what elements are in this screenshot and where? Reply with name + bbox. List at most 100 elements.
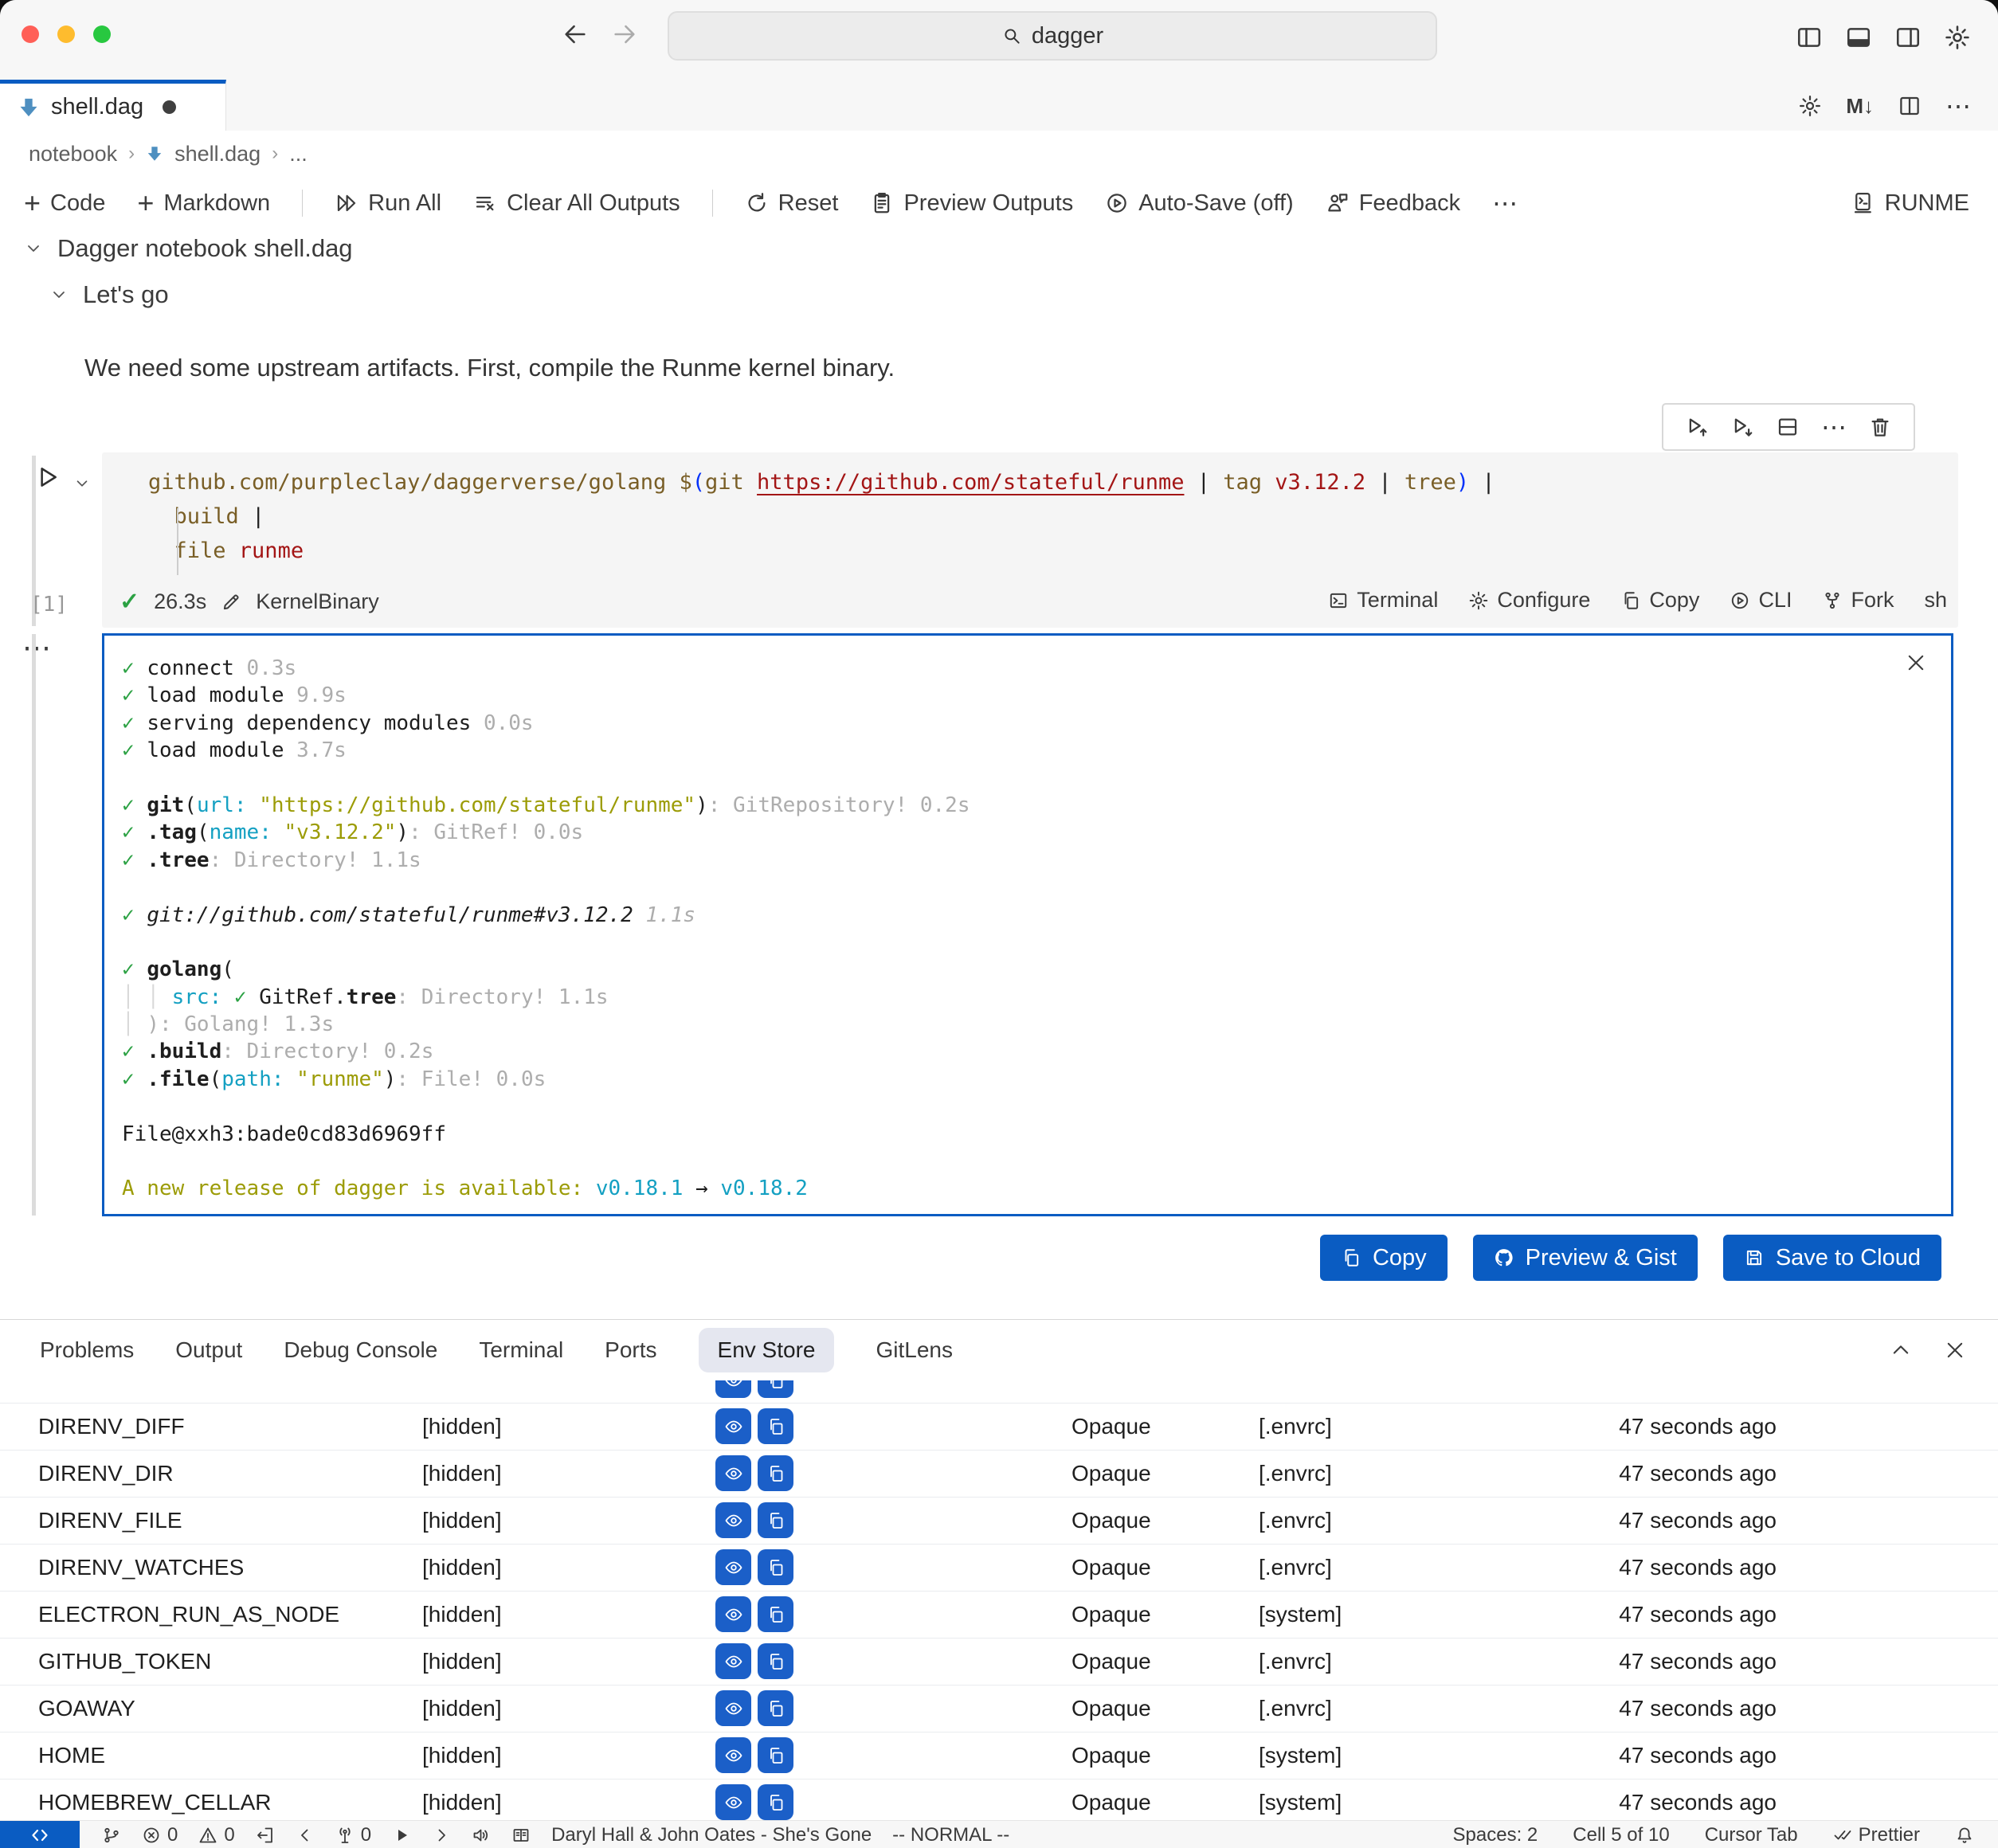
copy-value-button[interactable] <box>758 1455 793 1491</box>
source-control-graph-icon[interactable] <box>102 1826 121 1845</box>
feedback-button[interactable]: Feedback <box>1326 190 1460 217</box>
configure-button[interactable]: Configure <box>1468 588 1590 613</box>
notebook-title-row[interactable]: Dagger notebook shell.dag <box>24 234 353 263</box>
preview-gist-button[interactable]: Preview & Gist <box>1473 1235 1698 1281</box>
toggle-panel-icon[interactable] <box>1845 24 1872 51</box>
split-cell-icon[interactable] <box>1776 415 1800 439</box>
copy-value-button[interactable] <box>758 1643 793 1679</box>
panel-tab-terminal[interactable]: Terminal <box>479 1328 563 1372</box>
reveal-value-button[interactable] <box>715 1690 751 1726</box>
toolbar-more-icon[interactable]: ⋯ <box>1492 188 1518 218</box>
run-all-button[interactable]: Run All <box>335 190 441 217</box>
cell-position-indicator[interactable]: Cell 5 of 10 <box>1573 1824 1669 1846</box>
panel-tab-debug-console[interactable]: Debug Console <box>284 1328 437 1372</box>
cell-language[interactable]: sh <box>1924 588 1947 613</box>
copy-value-button[interactable] <box>758 1784 793 1820</box>
code-line[interactable]: build | <box>148 499 1495 534</box>
save-to-cloud-button[interactable]: Save to Cloud <box>1723 1235 1941 1281</box>
reveal-value-button[interactable] <box>715 1455 751 1491</box>
search-input[interactable]: dagger <box>668 11 1437 61</box>
copy-value-button[interactable] <box>758 1549 793 1585</box>
run-cell-button[interactable] <box>33 464 61 491</box>
chevron-down-icon[interactable] <box>24 239 43 258</box>
panel-tab-env-store[interactable]: Env Store <box>699 1328 835 1372</box>
copy-value-button[interactable] <box>758 1502 793 1538</box>
history-forward-button[interactable] <box>611 21 638 48</box>
cell-code-editor[interactable]: github.com/purpleclay/daggerverse/golang… <box>148 465 1495 568</box>
cursor-tab-indicator[interactable]: Cursor Tab <box>1705 1824 1798 1846</box>
panel-tab-problems[interactable]: Problems <box>40 1328 134 1372</box>
vim-mode-indicator[interactable]: -- NORMAL -- <box>892 1824 1009 1846</box>
terminal-button[interactable]: Terminal <box>1328 588 1438 613</box>
tab-shell-dag[interactable]: shell.dag <box>0 80 226 131</box>
reveal-value-button[interactable] <box>715 1643 751 1679</box>
copy-output-button[interactable]: Copy <box>1320 1235 1448 1281</box>
broadcast-ports[interactable]: 0 <box>335 1824 371 1846</box>
copy-value-button[interactable] <box>758 1737 793 1773</box>
reveal-value-button[interactable] <box>715 1596 751 1632</box>
now-playing-title[interactable]: Daryl Hall & John Oates - She's Gone <box>551 1824 872 1846</box>
breadcrumb-more[interactable]: ... <box>289 142 308 166</box>
reveal-value-button[interactable] <box>715 1408 751 1444</box>
problems-errors[interactable]: 0 <box>142 1824 178 1846</box>
run-options-chevron-icon[interactable] <box>73 475 91 492</box>
add-markdown-cell-button[interactable]: + Markdown <box>137 190 270 217</box>
auto-save-toggle[interactable]: Auto-Save (off) <box>1105 190 1294 217</box>
chevron-right-icon[interactable] <box>432 1826 451 1845</box>
zoom-window-button[interactable] <box>93 25 111 43</box>
reader-icon[interactable] <box>511 1826 531 1845</box>
add-code-cell-button[interactable]: + Code <box>24 190 105 217</box>
output-more-actions-icon[interactable]: ⋯ <box>22 631 53 664</box>
problems-warnings[interactable]: 0 <box>198 1824 234 1846</box>
clear-all-outputs-button[interactable]: Clear All Outputs <box>473 190 680 217</box>
breadcrumb-notebook[interactable]: notebook <box>29 142 117 166</box>
delete-cell-icon[interactable] <box>1868 415 1892 439</box>
section-heading-row[interactable]: Let's go <box>49 280 169 309</box>
reset-button[interactable]: Reset <box>745 190 839 217</box>
bell-icon[interactable] <box>1955 1826 1974 1845</box>
chevron-left-icon[interactable] <box>296 1826 315 1845</box>
close-output-icon[interactable] <box>1905 652 1927 674</box>
toggle-secondary-sidebar-icon[interactable] <box>1894 24 1922 51</box>
more-actions-icon[interactable]: ⋯ <box>1945 91 1971 121</box>
close-panel-icon[interactable] <box>1944 1339 1966 1361</box>
execute-below-icon[interactable] <box>1730 415 1754 439</box>
toggle-primary-sidebar-icon[interactable] <box>1796 24 1823 51</box>
reveal-value-button[interactable] <box>715 1549 751 1585</box>
history-back-button[interactable] <box>562 21 589 48</box>
notebook-settings-gear-icon[interactable] <box>1798 94 1822 118</box>
code-line[interactable]: github.com/purpleclay/daggerverse/golang… <box>148 465 1495 499</box>
copy-value-button[interactable] <box>758 1380 793 1398</box>
split-editor-icon[interactable] <box>1898 94 1922 118</box>
reveal-value-button[interactable] <box>715 1380 751 1398</box>
prettier-status[interactable]: Prettier <box>1833 1824 1920 1846</box>
panel-tab-gitlens[interactable]: GitLens <box>876 1328 953 1372</box>
speaker-icon[interactable] <box>472 1826 491 1845</box>
execute-above-icon[interactable] <box>1685 415 1709 439</box>
pencil-icon[interactable] <box>221 592 241 613</box>
copy-cell-button[interactable]: Copy <box>1620 588 1699 613</box>
copy-value-button[interactable] <box>758 1690 793 1726</box>
fork-button[interactable]: Fork <box>1822 588 1894 613</box>
chevron-down-icon[interactable] <box>49 285 69 304</box>
reveal-value-button[interactable] <box>715 1737 751 1773</box>
play-icon[interactable] <box>392 1826 411 1845</box>
breadcrumb-file[interactable]: shell.dag <box>174 142 261 166</box>
cell-more-actions-icon[interactable]: ⋯ <box>1821 412 1847 442</box>
remote-indicator[interactable] <box>0 1821 80 1848</box>
exit-door-icon[interactable] <box>256 1826 275 1845</box>
panel-tab-output[interactable]: Output <box>175 1328 242 1372</box>
code-line[interactable]: file runme <box>148 534 1495 568</box>
runme-kernel-button[interactable]: RUNME <box>1851 177 1969 229</box>
cli-button[interactable]: CLI <box>1730 588 1792 613</box>
cell-name[interactable]: KernelBinary <box>256 589 379 614</box>
preview-outputs-button[interactable]: Preview Outputs <box>870 190 1073 217</box>
open-as-markdown-icon[interactable]: M↓ <box>1846 94 1874 119</box>
minimize-window-button[interactable] <box>57 25 75 43</box>
reveal-value-button[interactable] <box>715 1784 751 1820</box>
settings-gear-icon[interactable] <box>1944 24 1971 51</box>
copy-value-button[interactable] <box>758 1408 793 1444</box>
reveal-value-button[interactable] <box>715 1502 751 1538</box>
panel-tab-ports[interactable]: Ports <box>605 1328 656 1372</box>
indentation-indicator[interactable]: Spaces: 2 <box>1453 1824 1538 1846</box>
